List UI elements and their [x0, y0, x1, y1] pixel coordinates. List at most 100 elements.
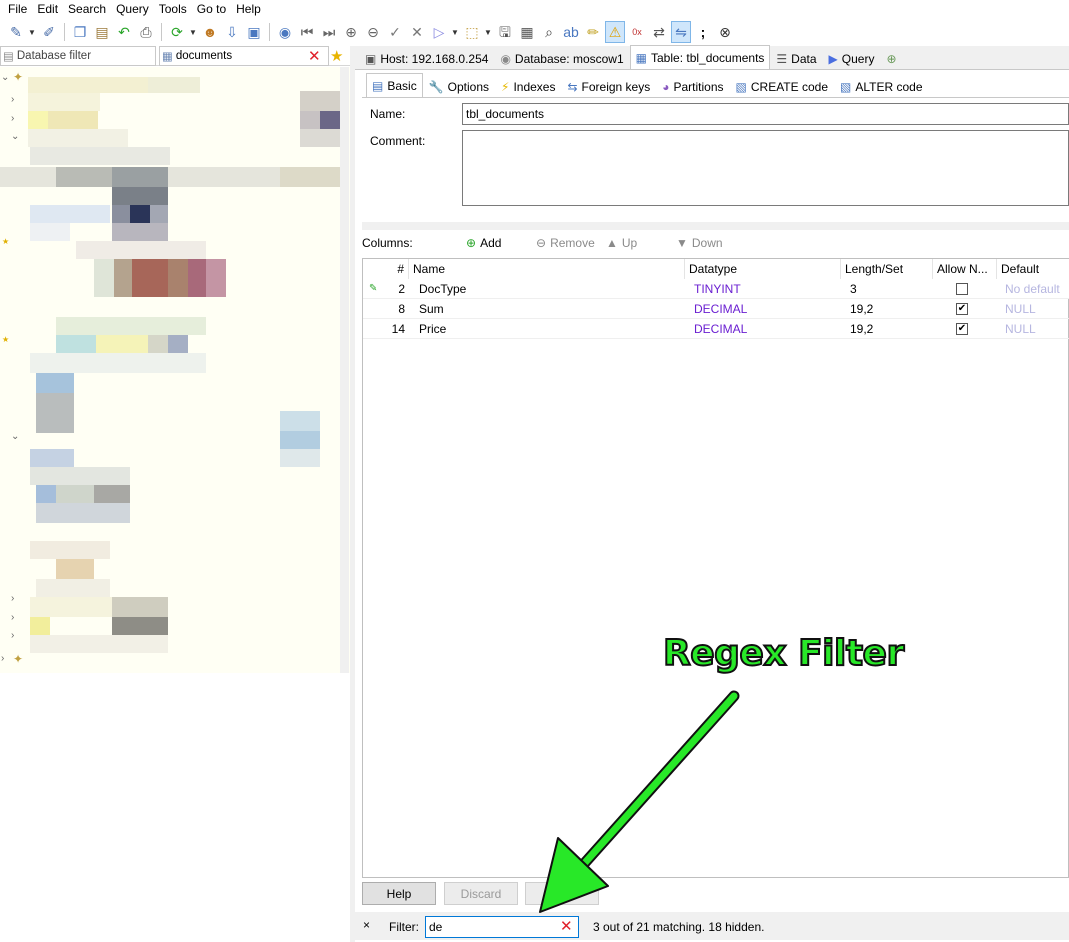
remove-column-button[interactable]: ⊖ Remove: [536, 236, 595, 250]
help-circle-icon[interactable]: ◉: [275, 21, 295, 43]
tab-basic[interactable]: ▤ Basic: [366, 73, 423, 97]
copy-icon[interactable]: ❐: [70, 21, 90, 43]
query-tab-icon[interactable]: ⬚: [462, 21, 482, 43]
close-filter-icon[interactable]: ×: [363, 918, 370, 932]
menu-query[interactable]: Query: [111, 0, 154, 18]
chevron-down-icon[interactable]: ▼: [451, 28, 460, 37]
chevron-down-icon[interactable]: ⌄: [11, 131, 19, 142]
tab-alter-code[interactable]: ▧ ALTER code: [834, 75, 929, 97]
column-datatype[interactable]: DECIMAL: [690, 319, 747, 339]
column-name[interactable]: DocType: [415, 279, 466, 299]
menu-goto[interactable]: Go to: [192, 0, 231, 18]
tab-table[interactable]: ▦ Table: tbl_documents: [629, 45, 771, 69]
column-default[interactable]: NULL: [1001, 319, 1036, 339]
table-row[interactable]: 8 Sum DECIMAL 19,2 ✔ NULL: [363, 299, 1069, 319]
first-record-icon[interactable]: ⏮: [297, 21, 317, 43]
menu-help[interactable]: Help: [231, 0, 266, 18]
insert-record-icon[interactable]: ⊕: [341, 21, 361, 43]
save-icon[interactable]: 🖫: [495, 21, 515, 43]
chevron-right-icon[interactable]: ›: [11, 593, 14, 604]
connect-icon[interactable]: ✎: [6, 21, 26, 43]
header-default[interactable]: Default: [997, 259, 1069, 279]
column-default[interactable]: NULL: [1001, 299, 1036, 319]
chevron-down-icon[interactable]: ▼: [28, 28, 37, 37]
allow-null-checkbox[interactable]: ✔: [956, 323, 968, 335]
column-length[interactable]: 3: [846, 279, 857, 299]
chevron-right-icon[interactable]: ›: [11, 113, 14, 124]
horizontal-splitter[interactable]: [362, 222, 1069, 230]
refresh-icon[interactable]: ⟳: [167, 21, 187, 43]
chevron-right-icon[interactable]: ›: [11, 94, 14, 105]
tab-query[interactable]: ▶ Query: [823, 47, 881, 69]
close-circle-icon[interactable]: ⊗: [715, 21, 735, 43]
tab-data[interactable]: ☰ Data: [770, 47, 822, 69]
menu-search[interactable]: Search: [63, 0, 111, 18]
table-row[interactable]: 14 Price DECIMAL 19,2 ✔ NULL: [363, 319, 1069, 339]
chevron-down-icon[interactable]: ⌄: [11, 431, 19, 442]
vertical-splitter[interactable]: [350, 46, 355, 942]
allow-null-checkbox[interactable]: [956, 283, 968, 295]
move-down-button[interactable]: ▼ Down: [676, 236, 723, 250]
tab-options[interactable]: 🔧 Options: [423, 75, 495, 97]
export-icon[interactable]: ⇩: [222, 21, 242, 43]
discard-button[interactable]: Discard: [444, 882, 518, 905]
replace-icon[interactable]: ab: [561, 21, 581, 43]
header-datatype[interactable]: Datatype: [685, 259, 841, 279]
chevron-down-icon[interactable]: ▼: [189, 28, 198, 37]
menu-edit[interactable]: Edit: [32, 0, 63, 18]
help-button[interactable]: Help: [362, 882, 436, 905]
warning-icon[interactable]: ⚠: [605, 21, 625, 43]
wrap-icon[interactable]: ⇄: [649, 21, 669, 43]
column-name[interactable]: Sum: [415, 299, 444, 319]
tree-scrollbar[interactable]: [340, 67, 349, 673]
database-tree[interactable]: ⌄ ✦ › › ⌄ › › › ⌄ ★ ★ ★ › ✦: [0, 67, 350, 673]
column-datatype[interactable]: DECIMAL: [690, 299, 747, 319]
explain-icon[interactable]: 0x: [627, 21, 647, 43]
comment-textarea[interactable]: [462, 130, 1069, 206]
delete-record-icon[interactable]: ⊖: [363, 21, 383, 43]
menu-tools[interactable]: Tools: [154, 0, 192, 18]
menu-file[interactable]: File: [3, 0, 32, 18]
sync-scroll-icon[interactable]: ⇋: [671, 21, 691, 43]
header-length[interactable]: Length/Set: [841, 259, 933, 279]
chevron-right-icon[interactable]: ›: [1, 653, 4, 664]
allow-null-checkbox[interactable]: ✔: [956, 303, 968, 315]
header-allow-null[interactable]: Allow N...: [933, 259, 997, 279]
favorite-star-icon[interactable]: ★: [330, 47, 343, 65]
tab-database[interactable]: ◉ Database: moscow1: [494, 47, 629, 69]
disconnect-icon[interactable]: ✐: [39, 21, 59, 43]
column-name[interactable]: Price: [415, 319, 446, 339]
chevron-down-icon[interactable]: ▼: [484, 28, 493, 37]
add-column-button[interactable]: ⊕ Add: [466, 236, 501, 250]
cancel-x-icon[interactable]: ✕: [407, 21, 427, 43]
paste-icon[interactable]: ▤: [92, 21, 112, 43]
user-manager-icon[interactable]: ☻: [200, 21, 220, 43]
move-up-button[interactable]: ▲ Up: [606, 236, 637, 250]
tab-host[interactable]: ▣ Host: 192.168.0.254: [359, 47, 494, 69]
new-query-tab-button[interactable]: ⊕: [880, 47, 902, 69]
semicolon-icon[interactable]: ;: [693, 21, 713, 43]
table-name-input[interactable]: tbl_documents: [462, 103, 1069, 125]
post-check-icon[interactable]: ✓: [385, 21, 405, 43]
run-query-icon[interactable]: ▷: [429, 21, 449, 43]
undo-icon[interactable]: ↶: [114, 21, 134, 43]
tab-create-code[interactable]: ▧ CREATE code: [730, 75, 834, 97]
column-length[interactable]: 19,2: [846, 319, 873, 339]
header-number[interactable]: #: [363, 259, 409, 279]
maintenance-icon[interactable]: ▣: [244, 21, 264, 43]
database-filter-input[interactable]: ▤ Database filter: [0, 46, 156, 66]
table-row[interactable]: ✎ 2 DocType TINYINT 3 No default: [363, 279, 1069, 299]
binoculars-icon[interactable]: ⌕: [539, 21, 559, 43]
pencil-icon[interactable]: ✏: [583, 21, 603, 43]
load-sql-icon[interactable]: ▦: [517, 21, 537, 43]
last-record-icon[interactable]: ⏭: [319, 21, 339, 43]
header-name[interactable]: Name: [409, 259, 685, 279]
tab-foreign-keys[interactable]: ⇆ Foreign keys: [561, 75, 656, 97]
chevron-right-icon[interactable]: ›: [11, 612, 14, 623]
column-length[interactable]: 19,2: [846, 299, 873, 319]
tab-partitions[interactable]: ◕ Partitions: [656, 75, 729, 97]
tab-indexes[interactable]: ⚡ Indexes: [495, 75, 561, 97]
clear-filter-icon[interactable]: ✕: [308, 47, 321, 65]
print-icon[interactable]: ⎙: [136, 21, 156, 43]
table-filter-input[interactable]: ▦ documents: [159, 46, 329, 66]
